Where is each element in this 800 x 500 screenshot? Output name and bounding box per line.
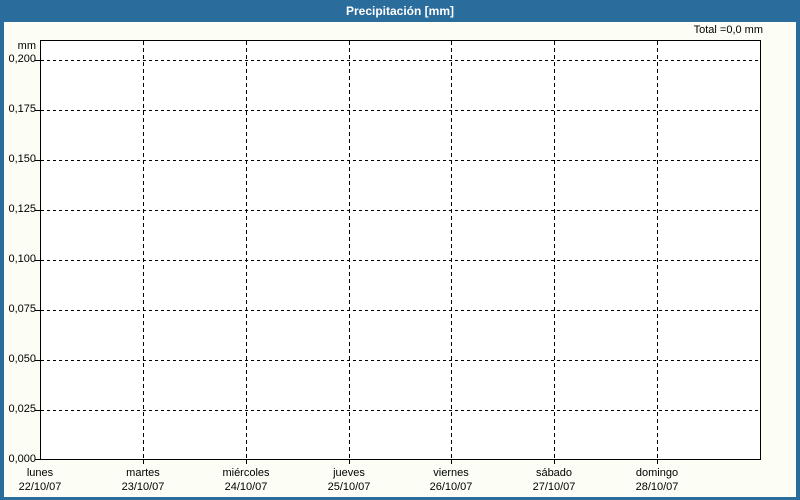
y-tick-label: 0,125 [8, 203, 36, 215]
x-tick-mark [143, 460, 144, 464]
date-label: 26/10/07 [429, 481, 473, 493]
x-category-label: viernes 26/10/07 [430, 466, 473, 494]
y-tick-label: 0,075 [8, 303, 36, 315]
x-category-label: martes 23/10/07 [122, 466, 165, 494]
y-tick-mark [35, 110, 41, 111]
h-gridline [41, 260, 760, 261]
y-tick-mark [35, 260, 41, 261]
chart-title: Precipitación [mm] [345, 4, 455, 18]
x-tick-mark [554, 460, 555, 464]
h-gridline [41, 360, 760, 361]
y-tick-mark [35, 459, 41, 460]
date-label: 28/10/07 [635, 481, 679, 493]
x-tick-mark [657, 460, 658, 464]
total-label: Total =0,0 mm [693, 24, 763, 36]
x-category-label: lunes 22/10/07 [19, 466, 62, 494]
day-name: lunes [26, 467, 54, 479]
v-gridline [657, 41, 658, 459]
x-category-label: jueves 25/10/07 [328, 466, 371, 494]
h-gridline [41, 60, 760, 61]
y-tick-label: 0,000 [8, 453, 36, 465]
day-name: viernes [433, 467, 469, 479]
h-gridline [41, 410, 760, 411]
v-gridline [246, 41, 247, 459]
x-category-label: sábado 27/10/07 [533, 466, 576, 494]
y-tick-mark [35, 160, 41, 161]
day-name: miércoles [222, 467, 270, 479]
date-label: 23/10/07 [121, 481, 165, 493]
day-name: jueves [333, 467, 365, 479]
y-axis-unit: mm [17, 40, 36, 52]
x-tick-mark [349, 460, 350, 464]
y-tick-mark [35, 360, 41, 361]
h-gridline [41, 110, 760, 111]
y-tick-label: 0,200 [8, 53, 36, 65]
x-tick-mark [451, 460, 452, 464]
plot-area [40, 40, 761, 460]
date-label: 24/10/07 [224, 481, 268, 493]
x-category-label: domingo 28/10/07 [636, 466, 679, 494]
y-tick-mark [35, 310, 41, 311]
v-gridline [349, 41, 350, 459]
y-tick-mark [35, 410, 41, 411]
y-tick-mark [35, 210, 41, 211]
h-gridline [41, 160, 760, 161]
day-name: domingo [635, 467, 679, 479]
x-category-label: miércoles 24/10/07 [222, 466, 269, 494]
y-tick-label: 0,175 [8, 103, 36, 115]
precipitation-chart: Precipitación [mm] Total =0,0 mm mm 0,20… [0, 0, 800, 500]
v-gridline [143, 41, 144, 459]
date-label: 22/10/07 [18, 481, 62, 493]
h-gridline [41, 310, 760, 311]
y-tick-label: 0,150 [8, 153, 36, 165]
h-gridline [41, 210, 760, 211]
y-tick-label: 0,100 [8, 253, 36, 265]
day-name: martes [126, 467, 160, 479]
y-tick-mark [35, 60, 41, 61]
day-name: sábado [535, 467, 573, 479]
y-tick-label: 0,050 [8, 353, 36, 365]
frame-border-right [796, 22, 800, 500]
v-gridline [451, 41, 452, 459]
date-label: 27/10/07 [532, 481, 576, 493]
y-tick-label: 0,025 [8, 403, 36, 415]
date-label: 25/10/07 [327, 481, 371, 493]
v-gridline [554, 41, 555, 459]
x-tick-mark [246, 460, 247, 464]
chart-title-bar: Precipitación [mm] [0, 0, 800, 22]
